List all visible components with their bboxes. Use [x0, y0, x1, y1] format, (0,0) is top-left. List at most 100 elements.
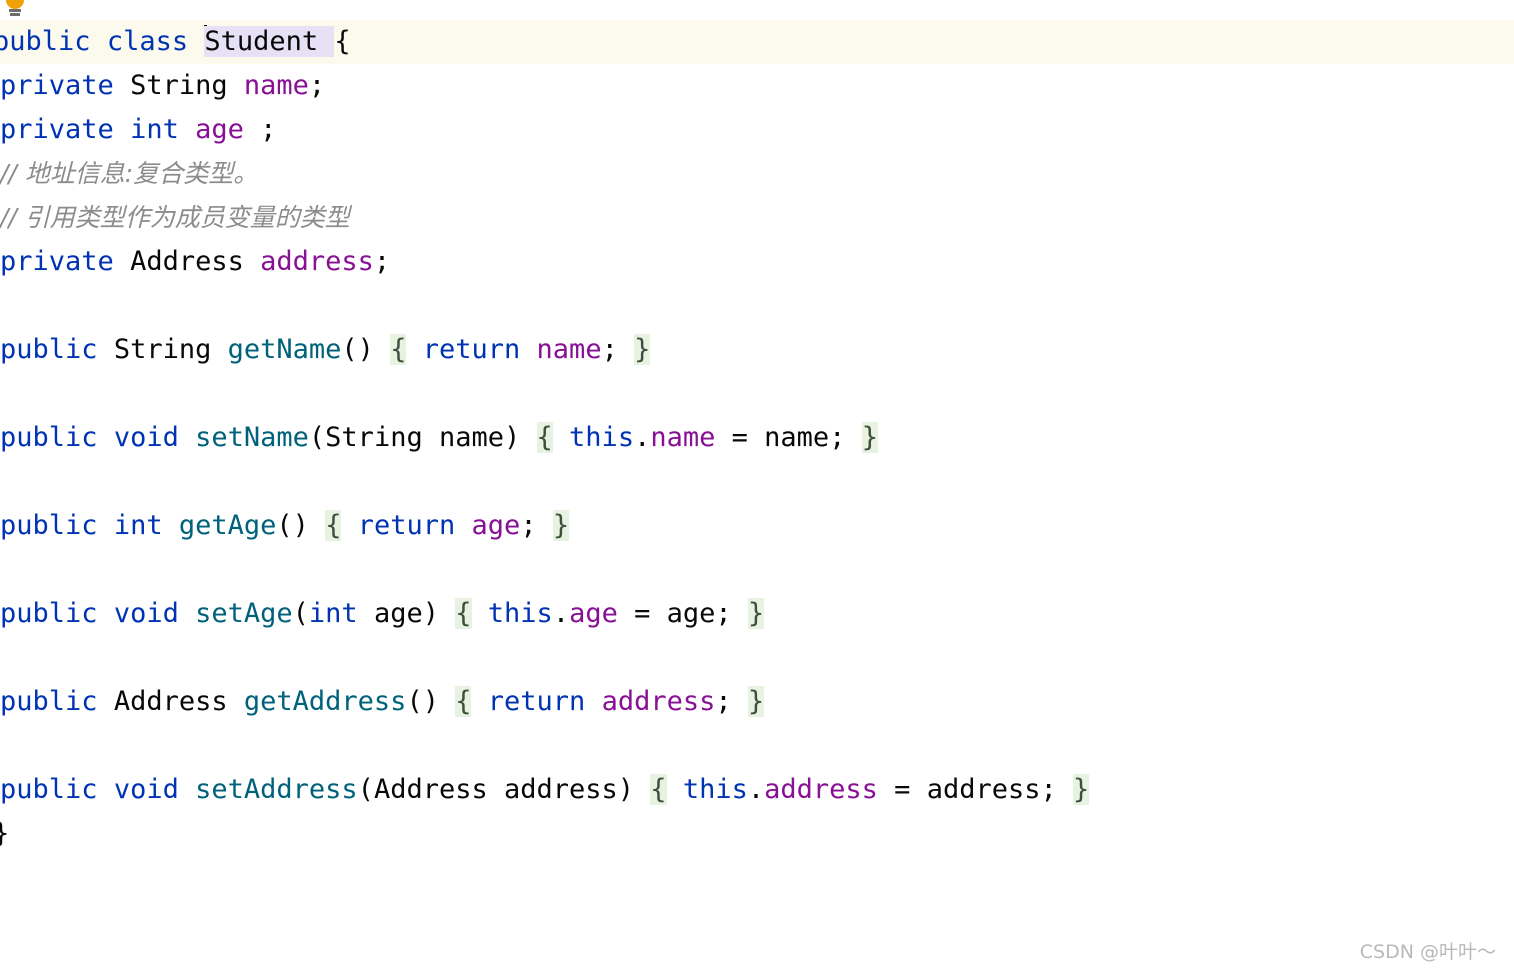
token-brace: { [650, 774, 667, 805]
code-line[interactable]: private int age ; [0, 108, 1514, 152]
token-kw: return [487, 686, 586, 717]
token-kw: int [130, 114, 179, 145]
token-kw: int [113, 510, 163, 541]
code-editor[interactable]: public class Student {private String nam… [0, 0, 1514, 976]
code-lines[interactable]: public class Student {private String nam… [0, 20, 1514, 920]
token-mth: getAge [178, 510, 277, 541]
token-plain: } [0, 818, 9, 849]
token-type: Address [113, 686, 228, 717]
code-line[interactable]: // 地址信息:复合类型。 [0, 152, 1514, 196]
code-line[interactable]: // 引用类型作为成员变量的类型 [0, 196, 1514, 240]
token-plain: () [406, 686, 456, 717]
token-kw: private [0, 246, 114, 277]
code-line[interactable]: } [0, 812, 1514, 856]
code-line[interactable]: public Address getAddress() { return add… [0, 680, 1514, 724]
token-fld: age [195, 114, 244, 145]
token-kw: this [682, 774, 748, 805]
code-line[interactable]: public String getName() { return name; } [0, 328, 1514, 372]
code-line-text: public int getAge() { return age; } [0, 504, 570, 548]
lightbulb-glass [6, 0, 24, 9]
token-brace: { [390, 334, 407, 365]
code-line[interactable] [0, 460, 1514, 504]
code-line[interactable]: public void setName(String name) { this.… [0, 416, 1514, 460]
token-kw: void [113, 774, 179, 805]
token-mth: setName [195, 422, 309, 453]
token-plain: ; [715, 686, 748, 717]
code-line[interactable] [0, 284, 1514, 328]
token-plain: age) [357, 598, 456, 629]
token-kw: this [487, 598, 553, 629]
token-plain: = age; [617, 598, 748, 629]
code-line[interactable]: public int getAge() { return age; } [0, 504, 1514, 548]
token-idhl: Student [204, 26, 335, 57]
token-plain: ; [373, 246, 391, 277]
code-line-text: private Address address; [0, 240, 390, 284]
lightbulb-icon[interactable] [4, 0, 26, 20]
token-plain: ( [292, 598, 309, 629]
token-plain: ; [243, 114, 277, 145]
token-fld: name [243, 70, 309, 101]
token-cmt: // 地址信息:复合类型。 [0, 159, 259, 188]
code-line[interactable]: public class Student { [0, 20, 1514, 64]
token-plain: name) [422, 422, 537, 453]
token-brace: } [861, 422, 878, 453]
code-line-text: public String getName() { return name; } [0, 328, 651, 372]
code-line-text: public void setAge(int age) { this.age =… [0, 592, 765, 636]
token-plain: ; [601, 334, 635, 365]
token-cmt: // 引用类型作为成员变量的类型 [0, 203, 350, 232]
token-plain: . [747, 774, 765, 805]
token-fld: address [601, 686, 716, 717]
token-kw: public [0, 26, 91, 57]
token-type: Address [373, 774, 488, 805]
code-line-text: private String name; [0, 64, 325, 108]
token-plain: () [341, 334, 391, 365]
token-kw: public [0, 510, 98, 541]
token-type: String [130, 70, 228, 101]
token-fld: address [260, 246, 374, 277]
token-brace: { [536, 422, 553, 453]
token-brace: } [747, 598, 765, 629]
token-kw: public [0, 422, 98, 453]
token-plain: ; [308, 70, 326, 101]
code-line[interactable] [0, 548, 1514, 592]
token-plain: ( [308, 422, 326, 453]
token-kw: public [0, 774, 98, 805]
token-fld: name [536, 334, 602, 365]
token-plain: = name; [715, 422, 862, 453]
code-line[interactable]: public void setAge(int age) { this.age =… [0, 592, 1514, 636]
token-kw: public [0, 598, 98, 629]
token-brace: } [552, 510, 570, 541]
code-line[interactable] [0, 372, 1514, 416]
token-brace: { [455, 686, 472, 717]
code-line[interactable]: private Address address; [0, 240, 1514, 284]
token-plain: . [552, 598, 570, 629]
token-fld: name [650, 422, 716, 453]
code-line[interactable]: private String name; [0, 64, 1514, 108]
token-brace: } [634, 334, 651, 365]
code-line[interactable] [0, 724, 1514, 768]
token-type: String [113, 334, 212, 365]
token-plain: . [634, 422, 651, 453]
token-kw: void [113, 598, 179, 629]
token-mth: setAge [195, 598, 293, 629]
code-line-text: private int age ; [0, 108, 276, 152]
lightbulb-base-upper [9, 9, 21, 12]
token-kw: int [308, 598, 358, 629]
token-kw: void [113, 422, 179, 453]
code-line[interactable] [0, 636, 1514, 680]
code-line[interactable]: public void setAddress(Address address) … [0, 768, 1514, 812]
code-line-text: // 引用类型作为成员变量的类型 [0, 196, 350, 240]
